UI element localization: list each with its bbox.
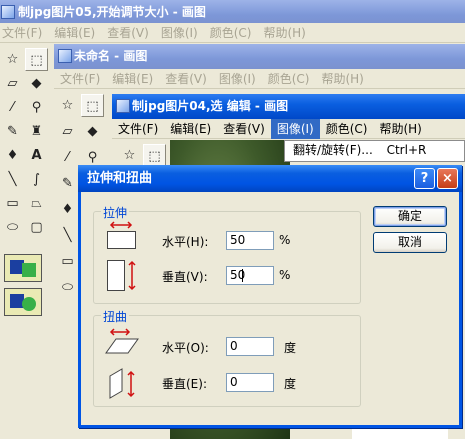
stretch-group: 拉伸 水平(H): 50 % 垂直(V): 50 %	[93, 204, 361, 304]
fill-icon[interactable]: ◆	[25, 72, 48, 95]
menu-file[interactable]: 文件(F)	[54, 69, 106, 89]
skew-vertical-unit: 度	[284, 377, 297, 391]
menu-edit[interactable]: 编辑(E)	[164, 119, 217, 139]
opaque-option-icon[interactable]	[4, 254, 42, 282]
text-icon[interactable]: A	[25, 144, 48, 167]
paint-app-icon	[58, 49, 72, 63]
menu-bar: 文件(F) 编辑(E) 查看(V) 图像(I) 颜色(C) 帮助(H)	[0, 23, 465, 43]
skew-group: 扭曲 水平(O): 0 度 垂直(E): 0 度	[93, 308, 361, 407]
menu-image[interactable]: 图像(I)	[270, 119, 320, 139]
stretch-vertical-icon	[107, 260, 136, 291]
stretch-horizontal-icon	[107, 221, 136, 249]
menu-edit[interactable]: 编辑(E)	[48, 23, 101, 43]
skew-horizontal-label: 水平(O):	[162, 341, 209, 355]
menu-view[interactable]: 查看(V)	[217, 119, 271, 139]
stretch-horizontal-input[interactable]: 50	[226, 231, 274, 250]
close-icon[interactable]: ×	[437, 168, 458, 189]
window-title: 制jpg图片05,开始调节大小 - 画图	[18, 5, 206, 19]
skew-horizontal-icon	[105, 328, 139, 354]
airbrush-icon[interactable]: ♦	[56, 198, 79, 221]
window-title: 制jpg图片04,选 编辑 - 画图	[132, 99, 289, 113]
window-title: 未命名 - 画图	[74, 49, 148, 63]
skew-horizontal-input[interactable]: 0	[226, 337, 274, 356]
dialog-titlebar[interactable]: 拉伸和扭曲 ? ×	[78, 165, 462, 192]
ellipse-icon[interactable]: ⬭	[1, 216, 24, 239]
stretch-vertical-input[interactable]: 50	[226, 266, 274, 285]
stretch-vertical-label: 垂直(V):	[162, 270, 208, 284]
menu-item-shortcut: Ctrl+R	[386, 143, 427, 157]
menu-bar: 文件(F) 编辑(E) 查看(V) 图像(I) 颜色(C) 帮助(H)	[54, 69, 465, 89]
menu-help[interactable]: 帮助(H)	[373, 119, 427, 139]
cancel-button[interactable]: 取消	[373, 232, 447, 253]
rect-select-icon[interactable]: ⬚	[25, 48, 48, 71]
rect-select-icon[interactable]: ⬚	[81, 94, 104, 117]
menu-colors[interactable]: 颜色(C)	[320, 119, 374, 139]
toolbox: ☆ ⬚ ▱ ◆ ⁄ ⚲ ✎ ♜ ♦ A ╲ ∫ ▭ ⏢ ⬭ ▢	[0, 44, 52, 439]
window-titlebar[interactable]: 未命名 - 画图	[54, 44, 465, 69]
transparent-option-icon[interactable]	[4, 288, 42, 316]
eraser-icon[interactable]: ▱	[56, 120, 79, 143]
help-icon[interactable]: ?	[414, 168, 435, 189]
paint-app-icon	[116, 99, 130, 113]
airbrush-icon[interactable]: ♦	[1, 144, 24, 167]
pencil-icon[interactable]: ✎	[1, 120, 24, 143]
curve-icon[interactable]: ∫	[25, 168, 48, 191]
menu-image[interactable]: 图像(I)	[213, 69, 262, 89]
stretch-legend: 拉伸	[101, 204, 130, 221]
magnifier-icon[interactable]: ⚲	[25, 96, 48, 119]
free-select-icon[interactable]: ☆	[56, 94, 79, 117]
paint-app-icon	[1, 5, 15, 19]
picker-icon[interactable]: ⁄	[1, 96, 24, 119]
rectangle-icon[interactable]: ▭	[56, 250, 79, 273]
polygon-icon[interactable]: ⏢	[25, 192, 48, 215]
skew-vertical-label: 垂直(E):	[162, 377, 207, 391]
image-menu-dropdown: 翻转/旋转(F)... Ctrl+R	[284, 140, 465, 162]
line-icon[interactable]: ╲	[56, 224, 79, 247]
rectangle-icon[interactable]: ▭	[1, 192, 24, 215]
dialog-title: 拉伸和扭曲	[87, 171, 153, 186]
free-select-icon[interactable]: ☆	[1, 48, 24, 71]
window-titlebar[interactable]: 制jpg图片05,开始调节大小 - 画图	[0, 0, 465, 25]
menu-edit[interactable]: 编辑(E)	[106, 69, 159, 89]
menu-colors[interactable]: 颜色(C)	[262, 69, 316, 89]
pencil-icon[interactable]: ✎	[56, 172, 79, 195]
skew-horizontal-unit: 度	[284, 341, 297, 355]
rounded-rect-icon[interactable]: ▢	[25, 216, 48, 239]
stretch-skew-dialog: 拉伸和扭曲 ? × 拉伸 水平(H): 50 % 垂直(V): 50 % 扭曲	[78, 165, 462, 428]
skew-vertical-icon	[109, 368, 135, 399]
menu-colors[interactable]: 颜色(C)	[204, 23, 258, 43]
brush-icon[interactable]: ♜	[25, 120, 48, 143]
rect-select-icon[interactable]: ⬚	[143, 144, 166, 167]
menu-help[interactable]: 帮助(H)	[315, 69, 369, 89]
picker-icon[interactable]: ⁄	[56, 146, 79, 169]
menu-view[interactable]: 查看(V)	[159, 69, 213, 89]
stretch-vertical-unit: %	[279, 268, 291, 282]
ellipse-icon[interactable]: ⬭	[56, 276, 79, 299]
skew-legend: 扭曲	[101, 308, 130, 325]
eraser-icon[interactable]: ▱	[1, 72, 24, 95]
menu-file[interactable]: 文件(F)	[112, 119, 164, 139]
stretch-horizontal-label: 水平(H):	[162, 235, 209, 249]
skew-vertical-input[interactable]: 0	[226, 373, 274, 392]
line-icon[interactable]: ╲	[1, 168, 24, 191]
stretch-horizontal-unit: %	[279, 233, 291, 247]
fill-icon[interactable]: ◆	[81, 120, 104, 143]
ok-button[interactable]: 确定	[373, 206, 447, 227]
menu-help[interactable]: 帮助(H)	[257, 23, 311, 43]
menu-item-flip-rotate[interactable]: 翻转/旋转(F)...	[293, 143, 373, 157]
menu-view[interactable]: 查看(V)	[101, 23, 155, 43]
menu-bar: 文件(F) 编辑(E) 查看(V) 图像(I) 颜色(C) 帮助(H)	[112, 119, 465, 139]
menu-image[interactable]: 图像(I)	[155, 23, 204, 43]
menu-file[interactable]: 文件(F)	[0, 23, 48, 43]
free-select-icon[interactable]: ☆	[118, 144, 141, 167]
window-titlebar[interactable]: 制jpg图片04,选 编辑 - 画图	[112, 94, 465, 119]
